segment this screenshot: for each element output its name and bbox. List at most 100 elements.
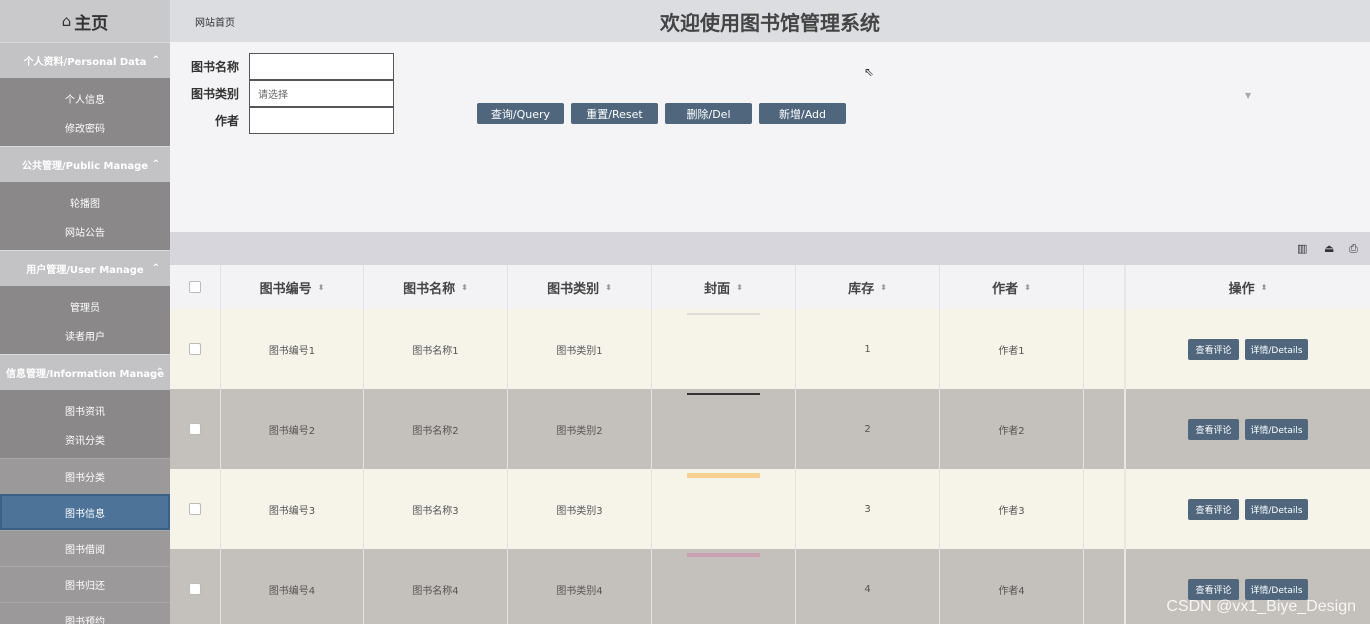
category-select[interactable]: 请选择	[249, 80, 394, 107]
name-field[interactable]	[249, 53, 394, 80]
cover-image[interactable]	[687, 553, 760, 557]
sidebar-group-title: 信息管理/Information Manage	[6, 369, 164, 380]
cell-author: 作者4	[940, 549, 1084, 624]
cell-book-category: 图书类别4	[508, 549, 652, 624]
cell-stock: 2	[796, 389, 940, 469]
column-header-label: 操作	[1228, 281, 1255, 297]
cell-stock: 4	[796, 549, 940, 624]
cell-author: 作者2	[940, 389, 1084, 469]
author-field-label: 作者	[214, 114, 239, 128]
cell-actions: 查看评论 详情/Details	[1126, 389, 1370, 469]
watermark: CSDN @vx1_Biye_Design	[1166, 598, 1356, 615]
cell-book-category: 图书类别1	[508, 309, 652, 389]
column-header-stock[interactable]: 库存 ⬍	[796, 265, 940, 309]
details-button[interactable]: 详情/Details	[1245, 418, 1308, 440]
view-comments-button[interactable]: 查看评论	[1188, 578, 1239, 600]
sidebar-item-change-password[interactable]: 修改密码	[0, 113, 170, 142]
column-header-name[interactable]: 图书名称 ⬍	[364, 265, 508, 309]
search-panel: 图书名称 图书类别 请选择 作者 查询/Query 重置/Reset 删除/De…	[170, 42, 1370, 230]
details-button[interactable]: 详情/Details	[1245, 338, 1308, 360]
sidebar-item-book-return[interactable]: 图书归还	[0, 566, 170, 602]
row-checkbox[interactable]	[189, 423, 201, 435]
sidebar-item-book-borrow[interactable]: 图书借阅	[0, 530, 170, 566]
cell-author: 作者3	[940, 469, 1084, 549]
cell-book-cover	[652, 389, 796, 469]
details-button[interactable]: 详情/Details	[1245, 498, 1308, 520]
chevron-up-icon: ⌃	[151, 55, 160, 66]
row-checkbox[interactable]	[189, 503, 201, 515]
sidebar-group-header[interactable]: 个人资料/Personal Data ⌃	[0, 42, 170, 78]
sidebar-item-news-category[interactable]: 资讯分类	[0, 425, 170, 454]
table-row[interactable]: 图书编号1 图书名称1 图书类别1 1 作者1 查看评论 详情/Details	[170, 309, 1370, 389]
page-title: 欢迎使用图书馆管理系统	[660, 11, 880, 35]
column-header-category[interactable]: 图书类别 ⬍	[508, 265, 652, 309]
cell-book-category: 图书类别2	[508, 389, 652, 469]
sidebar-item-book-category[interactable]: 图书分类	[0, 458, 170, 494]
category-field-row: 图书类别 请选择	[170, 80, 394, 107]
print-icon[interactable]: ⎙	[1349, 242, 1358, 256]
cell-stock: 1	[796, 309, 940, 389]
sidebar-group-header[interactable]: 信息管理/Information Manage ⌃	[0, 354, 170, 390]
cell-book-cover	[652, 549, 796, 624]
sidebar-group-header[interactable]: 公共管理/Public Manage ⌃	[0, 146, 170, 182]
column-header-label: 图书类别	[547, 281, 600, 297]
sidebar-item-reader[interactable]: 读者用户	[0, 321, 170, 350]
sort-icon: ⬍	[317, 282, 325, 292]
cover-image[interactable]	[687, 393, 760, 395]
dropdown-caret-icon[interactable]: ▼	[1245, 91, 1251, 100]
author-field[interactable]	[249, 107, 394, 134]
select-all-checkbox[interactable]	[189, 281, 201, 293]
cell-book-cover	[652, 469, 796, 549]
sidebar-group-public: 公共管理/Public Manage ⌃ 轮播图 网站公告	[0, 146, 170, 250]
cover-image[interactable]	[687, 313, 760, 315]
sort-icon: ⬍	[1024, 282, 1031, 292]
row-checkbox[interactable]	[189, 583, 201, 595]
cell-book-id: 图书编号2	[221, 389, 364, 469]
cell-book-name: 图书名称1	[364, 309, 508, 389]
column-header-spacer	[1084, 265, 1126, 309]
columns-icon[interactable]: ▥	[1297, 242, 1307, 255]
sort-icon: ⬍	[461, 282, 468, 292]
sidebar-item-announcement[interactable]: 网站公告	[0, 217, 170, 246]
book-table: 图书编号 ⬍ 图书名称 ⬍ 图书类别 ⬍ 封面 ⬍ 库存 ⬍ 作者 ⬍ 操作 ⬍ 图书编号1 …	[170, 265, 1370, 624]
sort-icon: ⬍	[1260, 282, 1268, 292]
sort-icon: ⬍	[605, 282, 612, 292]
query-button[interactable]: 查询/Query	[477, 103, 564, 124]
add-button[interactable]: 新增/Add	[759, 103, 846, 124]
row-checkbox[interactable]	[189, 343, 201, 355]
export-icon[interactable]: ⏏	[1324, 242, 1334, 255]
table-row[interactable]: 图书编号3 图书名称3 图书类别3 3 作者3 查看评论 详情/Details	[170, 469, 1370, 549]
column-header-label: 图书编号	[259, 281, 312, 297]
select-all-cell	[170, 265, 221, 309]
category-field-label: 图书类别	[190, 87, 239, 101]
delete-button[interactable]: 删除/Del	[665, 103, 752, 124]
column-header-id[interactable]: 图书编号 ⬍	[221, 265, 364, 309]
view-comments-button[interactable]: 查看评论	[1188, 418, 1239, 440]
sidebar-item-carousel[interactable]: 轮播图	[0, 188, 170, 217]
sidebar-group-title: 用户管理/User Manage	[26, 265, 144, 276]
table-header: 图书编号 ⬍ 图书名称 ⬍ 图书类别 ⬍ 封面 ⬍ 库存 ⬍ 作者 ⬍ 操作 ⬍	[170, 265, 1370, 309]
sidebar-item-admin[interactable]: 管理员	[0, 292, 170, 321]
details-button[interactable]: 详情/Details	[1245, 578, 1308, 600]
cell-book-category: 图书类别3	[508, 469, 652, 549]
table-row[interactable]: 图书编号2 图书名称2 图书类别2 2 作者2 查看评论 详情/Details	[170, 389, 1370, 469]
column-header-cover[interactable]: 封面 ⬍	[652, 265, 796, 309]
column-header-author[interactable]: 作者 ⬍	[940, 265, 1084, 309]
view-comments-button[interactable]: 查看评论	[1188, 338, 1239, 360]
sidebar-item-personal-info[interactable]: 个人信息	[0, 84, 170, 113]
chevron-up-icon: ⌃	[151, 159, 160, 170]
sidebar-group-user: 用户管理/User Manage ⌃ 管理员 读者用户	[0, 250, 170, 354]
view-comments-button[interactable]: 查看评论	[1188, 498, 1239, 520]
sidebar-group-header[interactable]: 用户管理/User Manage ⌃	[0, 250, 170, 286]
column-header-actions[interactable]: 操作 ⬍	[1126, 265, 1370, 309]
sidebar-item-book-news[interactable]: 图书资讯	[0, 396, 170, 425]
sidebar: ⌂ 主页 个人资料/Personal Data ⌃ 个人信息 修改密码 公共管理…	[0, 0, 170, 624]
cell-actions: 查看评论 详情/Details	[1126, 469, 1370, 549]
table-toolbar: ▥ ⏏ ⎙	[170, 232, 1370, 265]
sidebar-item-book-info[interactable]: 图书信息	[0, 494, 170, 530]
cover-image[interactable]	[687, 473, 760, 478]
reset-button[interactable]: 重置/Reset	[571, 103, 658, 124]
name-field-row: 图书名称	[170, 53, 394, 80]
sidebar-item-book-reserve[interactable]: 图书预约	[0, 602, 170, 624]
cell-book-name: 图书名称3	[364, 469, 508, 549]
